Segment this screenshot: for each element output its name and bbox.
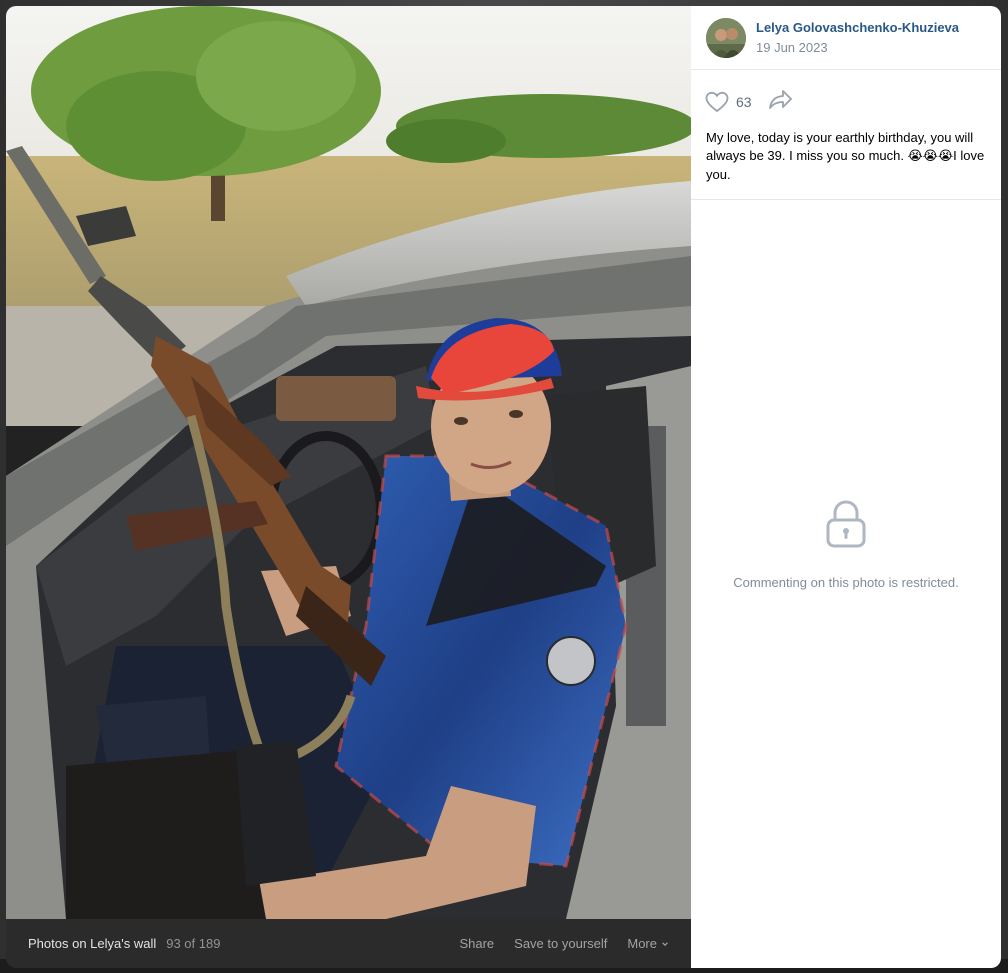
post-actions: 63 — [691, 70, 1001, 125]
share-arrow-icon — [768, 90, 792, 109]
footer-actions: Share Save to yourself More — [459, 936, 669, 951]
share-button[interactable]: Share — [459, 936, 494, 951]
more-button[interactable]: More — [627, 936, 669, 951]
like-count: 63 — [736, 93, 752, 110]
lock-icon — [826, 499, 866, 547]
comments-area: Commenting on this photo is restricted. — [691, 200, 1001, 968]
info-panel: Lelya Golovashchenko-Khuzieva 19 Jun 202… — [691, 6, 1001, 968]
share-post-button[interactable] — [768, 88, 794, 115]
post-date[interactable]: 19 Jun 2023 — [756, 40, 959, 55]
author-name[interactable]: Lelya Golovashchenko-Khuzieva — [756, 20, 959, 35]
photo-pane: Photos on Lelya's wall 93 of 189 Share S… — [6, 6, 691, 968]
photo-image — [6, 6, 691, 919]
avatar[interactable] — [706, 17, 746, 58]
photo[interactable] — [6, 6, 691, 919]
photo-footer: Photos on Lelya's wall 93 of 189 Share S… — [6, 919, 691, 968]
like-button[interactable]: 63 — [705, 91, 752, 113]
comments-restricted-text: Commenting on this photo is restricted. — [733, 574, 959, 590]
heart-icon — [705, 91, 729, 112]
album-link[interactable]: Photos on Lelya's wall — [28, 936, 156, 951]
photo-viewer: Photos on Lelya's wall 93 of 189 Share S… — [6, 6, 1001, 968]
save-to-yourself-button[interactable]: Save to yourself — [514, 936, 607, 951]
caption-emoji: 😭😭😭 — [907, 149, 954, 164]
photo-counter: 93 of 189 — [166, 936, 221, 951]
photo-caption: My love, today is your earthly birthday,… — [691, 125, 1001, 200]
more-label: More — [627, 936, 657, 951]
avatar-image — [706, 17, 746, 58]
author-header: Lelya Golovashchenko-Khuzieva 19 Jun 202… — [691, 6, 1001, 70]
chevron-down-icon — [662, 941, 668, 946]
